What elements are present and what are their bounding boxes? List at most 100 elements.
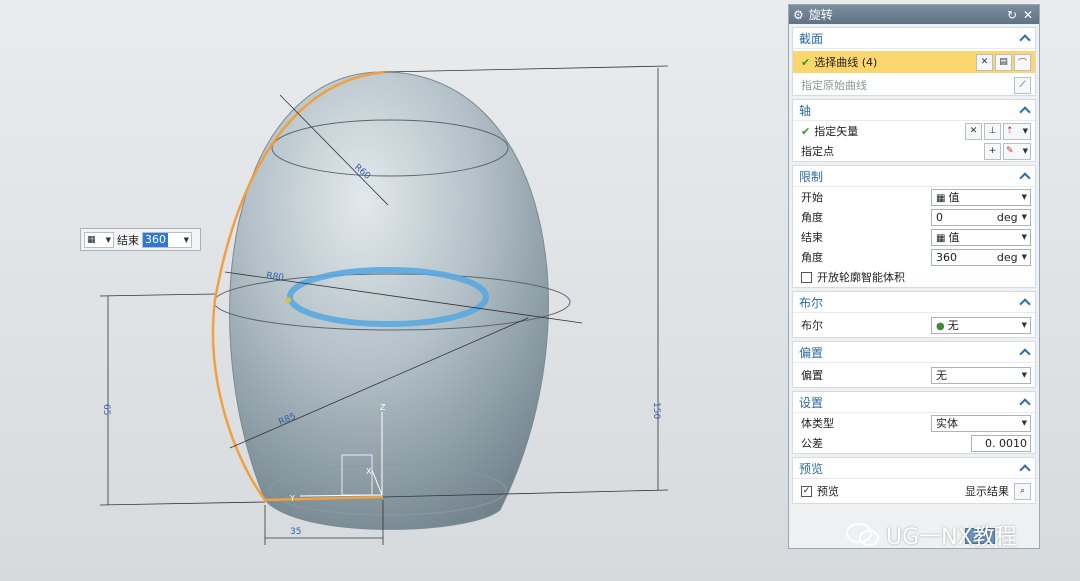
end-angle-input[interactable]: 360 deg ▼ — [931, 248, 1031, 266]
end-value-text[interactable]: 360 — [143, 232, 168, 247]
collapse-icon[interactable] — [1020, 171, 1030, 181]
boolean-group: 布尔 布尔 ● 无 ▼ — [792, 291, 1036, 338]
vector-dialog-icon[interactable]: ⊥ — [984, 122, 1001, 140]
boolean-label: 布尔 — [801, 319, 823, 332]
limits-group-header[interactable]: 限制 — [793, 166, 1035, 187]
chevron-down-icon: ▼ — [1021, 233, 1027, 241]
value-mode-dropdown[interactable]: ▦ ▼ — [84, 231, 114, 248]
chevron-down-icon[interactable]: ▼ — [1022, 213, 1027, 221]
close-icon[interactable]: ✕ — [1021, 8, 1035, 22]
sketch-section-icon[interactable]: ▤ — [995, 53, 1012, 71]
reset-icon[interactable]: ↻ — [1005, 8, 1019, 22]
boolean-value: 无 — [947, 319, 959, 332]
specify-original-row[interactable]: 指定原始曲线 ⟋ — [793, 75, 1035, 95]
start-angle-input[interactable]: 0 deg ▼ — [931, 208, 1031, 226]
dimension-150[interactable]: 150 — [651, 402, 661, 419]
axis-group-header[interactable]: 轴 — [793, 100, 1035, 121]
start-mode-select[interactable]: ▦ 值 ▼ — [931, 188, 1031, 206]
chevron-down-icon: ▼ — [1021, 419, 1027, 427]
offset-value: 无 — [936, 369, 947, 382]
original-curve-icon[interactable]: ⟋ — [1014, 76, 1031, 94]
curve-select-icon[interactable]: ⌒ — [1014, 53, 1031, 71]
vector-icon: ⇡ — [1006, 126, 1014, 136]
show-result-label: 显示结果 — [965, 485, 1009, 498]
offset-group-title: 偏置 — [799, 345, 824, 360]
end-value-field[interactable]: 360 ▼ — [142, 231, 192, 248]
dialog-title: 旋转 — [808, 8, 833, 22]
watermark-text: UG一NX教程 — [886, 525, 1017, 550]
revolved-body[interactable] — [229, 71, 549, 530]
offset-group-header[interactable]: 偏置 — [793, 342, 1035, 363]
preview-row: ✓ 预览 显示结果 ⌕ — [793, 479, 1035, 503]
chevron-down-icon: ▼ — [105, 235, 111, 244]
watermark: UG一NX教程 — [846, 519, 1017, 551]
end-row: 结束 ▦ 值 ▼ — [793, 227, 1035, 247]
section-group-header[interactable]: 截面 — [793, 28, 1035, 49]
start-mode-value: 值 — [948, 191, 960, 204]
chevron-down-icon: ▼ — [183, 235, 189, 244]
boolean-group-header[interactable]: 布尔 — [793, 292, 1035, 313]
body-type-select[interactable]: 实体 ▼ — [931, 414, 1031, 432]
dimension-35[interactable]: 35 — [290, 527, 301, 537]
axis-z-label: Z — [380, 403, 386, 412]
start-angle-row: 角度 0 deg ▼ — [793, 207, 1035, 227]
collapse-icon[interactable] — [1020, 397, 1030, 407]
chevron-down-icon[interactable]: ▼ — [1022, 253, 1027, 261]
magnifier-icon[interactable]: ⌕ — [1014, 482, 1031, 500]
check-icon: ✔ — [801, 55, 811, 69]
point-type-dropdown[interactable]: ✎ ▼ — [1003, 142, 1031, 160]
wechat-icon — [846, 523, 879, 546]
chevron-down-icon: ▼ — [1021, 371, 1027, 379]
specify-point-row[interactable]: 指定点 + ✎ ▼ — [793, 141, 1035, 161]
collapse-icon[interactable] — [1020, 463, 1030, 473]
preview-group-header[interactable]: 预览 — [793, 458, 1035, 479]
boolean-row: 布尔 ● 无 ▼ — [793, 313, 1035, 337]
preview-checkbox[interactable]: ✓ — [801, 485, 812, 497]
open-profile-label: 开放轮廓智能体积 — [817, 271, 905, 284]
start-row: 开始 ▦ 值 ▼ — [793, 187, 1035, 207]
tolerance-value[interactable]: 0. 0010 — [985, 437, 1027, 450]
on-screen-end-input[interactable]: ▦ ▼ 结束 360 ▼ — [80, 228, 201, 251]
start-angle-label: 角度 — [801, 211, 823, 224]
specify-point-label: 指定点 — [801, 145, 834, 158]
offset-select[interactable]: 无 ▼ — [931, 366, 1031, 384]
collapse-icon[interactable] — [1020, 347, 1030, 357]
reverse-direction-icon[interactable]: ✕ — [965, 122, 982, 140]
start-label: 开始 — [801, 191, 823, 204]
offset-row: 偏置 无 ▼ — [793, 363, 1035, 387]
section-group-title: 截面 — [799, 31, 824, 46]
curve-rule-icon[interactable]: ✕ — [976, 53, 993, 71]
offset-group: 偏置 偏置 无 ▼ — [792, 341, 1036, 388]
chevron-down-icon: ▼ — [1022, 147, 1028, 155]
axis-point[interactable] — [285, 297, 291, 303]
open-profile-row[interactable]: 开放轮廓智能体积 — [793, 267, 1035, 287]
collapse-icon[interactable] — [1020, 297, 1030, 307]
end-label: 结束 — [801, 231, 823, 244]
point-icon: ✎ — [1006, 146, 1014, 156]
vector-type-dropdown[interactable]: ⇡ ▼ — [1003, 122, 1031, 140]
dialog-titlebar[interactable]: ⚙ 旋转 ↻ ✕ — [789, 5, 1039, 24]
axis-group: 轴 ✔ 指定矢量 ✕ ⊥ ⇡ ▼ 指定点 + ✎ ▼ — [792, 99, 1036, 162]
select-curve-row[interactable]: ✔ 选择曲线 (4) ✕ ▤ ⌒ — [793, 51, 1035, 73]
gear-icon[interactable]: ⚙ — [793, 8, 804, 22]
boolean-select[interactable]: ● 无 ▼ — [931, 316, 1031, 334]
limits-group: 限制 开始 ▦ 值 ▼ 角度 0 deg ▼ 结束 ▦ 值 ▼ 角度 360 d… — [792, 165, 1036, 288]
settings-group-header[interactable]: 设置 — [793, 392, 1035, 413]
chevron-down-icon: ▼ — [1021, 193, 1027, 201]
collapse-icon[interactable] — [1020, 105, 1030, 115]
specify-original-label: 指定原始曲线 — [801, 79, 867, 92]
axis-group-title: 轴 — [799, 103, 812, 118]
collapse-icon[interactable] — [1020, 33, 1030, 43]
specify-vector-row[interactable]: ✔ 指定矢量 ✕ ⊥ ⇡ ▼ — [793, 121, 1035, 141]
boolean-group-title: 布尔 — [799, 295, 824, 310]
tolerance-input[interactable]: 0. 0010 — [971, 434, 1031, 452]
start-angle-unit: deg — [996, 210, 1018, 224]
body-type-row: 体类型 实体 ▼ — [793, 413, 1035, 433]
start-angle-value[interactable]: 0 — [936, 211, 997, 224]
preview-group-title: 预览 — [799, 461, 824, 476]
open-profile-checkbox[interactable] — [801, 271, 812, 283]
end-angle-value[interactable]: 360 — [936, 251, 997, 264]
dimension-65[interactable]: 65 — [101, 404, 111, 415]
end-mode-select[interactable]: ▦ 值 ▼ — [931, 228, 1031, 246]
point-dialog-icon[interactable]: + — [984, 142, 1001, 160]
